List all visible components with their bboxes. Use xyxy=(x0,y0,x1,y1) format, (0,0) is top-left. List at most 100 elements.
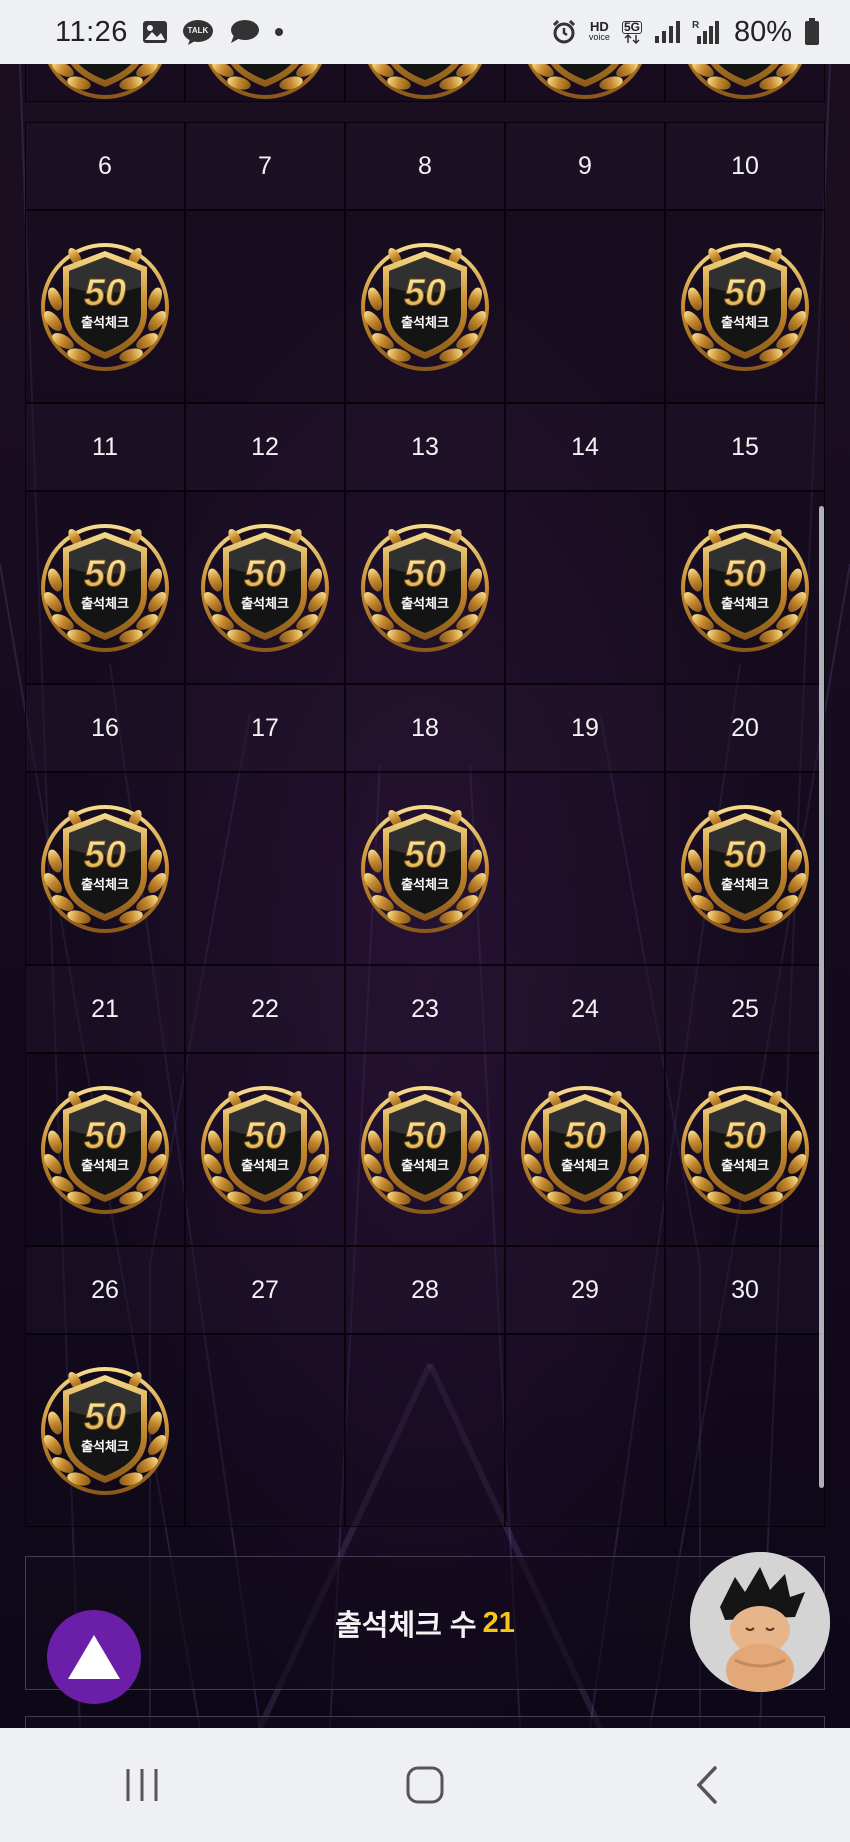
alarm-icon xyxy=(551,19,577,45)
battery-percent: 80% xyxy=(733,15,792,48)
gallery-icon xyxy=(142,20,168,44)
day-badge-cell: 50 출석체크 xyxy=(665,1053,825,1246)
badge-label: 출석체크 xyxy=(721,596,769,612)
badge-label: 출석체크 xyxy=(241,1158,289,1174)
badge-label: 출석체크 xyxy=(81,1158,129,1174)
badge-number: 50 xyxy=(244,1115,286,1157)
badge-label: 출석체크 xyxy=(81,315,129,331)
day-badge-cell: 50 출석체크 xyxy=(665,772,825,965)
attendance-page[interactable]: 50 50 50 50 50 67891050출석체크50출석체크50출석체크1… xyxy=(0,64,850,1728)
attendance-badge-icon: 50출석체크 xyxy=(39,804,171,933)
badge-number: 50 xyxy=(404,1115,446,1157)
day-badge-cell: 50 출석체크 xyxy=(345,1053,505,1246)
day-number-cell: 25 xyxy=(665,965,825,1053)
attendance-badge-icon: 50 xyxy=(519,64,651,99)
day-badge-cell: 50 출석체크 xyxy=(25,210,185,403)
day-badge-cell xyxy=(185,210,345,403)
badge-label: 출석체크 xyxy=(401,877,449,893)
day-number-cell: 10 xyxy=(665,122,825,210)
day-number-cell: 22 xyxy=(185,965,345,1053)
attendance-badge-icon: 50 xyxy=(359,64,491,99)
attendance-badge-icon: 50 xyxy=(199,64,331,99)
attendance-badge-icon: 50출석체크 xyxy=(359,804,491,933)
badge-label: 출석체크 xyxy=(561,1158,609,1174)
badge-label: 출석체크 xyxy=(721,315,769,331)
day-badge-cell: 50 출석체크 xyxy=(185,1053,345,1246)
signal-icon xyxy=(654,20,680,44)
network-indicator: 5G xyxy=(621,20,642,44)
previous-row-badges: 50 50 50 50 50 xyxy=(25,64,825,102)
attendance-badge-icon: 50출석체크 xyxy=(359,523,491,652)
day-number-cell: 13 xyxy=(345,403,505,491)
badge-number: 50 xyxy=(84,272,126,314)
figure-avatar-icon xyxy=(690,1552,830,1692)
badge-number: 50 xyxy=(244,553,286,595)
scrollbar[interactable] xyxy=(819,506,824,1488)
badge-number: 50 xyxy=(404,272,446,314)
day-number-cell: 9 xyxy=(505,122,665,210)
badge-number: 50 xyxy=(84,1115,126,1157)
badge-number: 50 xyxy=(84,834,126,876)
attendance-badge-icon: 50출석체크 xyxy=(359,242,491,371)
badge-label: 출석체크 xyxy=(401,1158,449,1174)
badge-label: 출석체크 xyxy=(81,596,129,612)
attendance-badge-icon: 50 xyxy=(679,64,811,99)
hd-label: HD xyxy=(590,19,609,34)
day-number-cell: 11 xyxy=(25,403,185,491)
scroll-to-top-button[interactable] xyxy=(47,1610,141,1704)
dot-icon xyxy=(274,27,284,37)
recent-apps-button[interactable] xyxy=(97,1750,187,1820)
day-badge-cell xyxy=(185,1334,345,1527)
day-badge-cell xyxy=(505,210,665,403)
avatar[interactable] xyxy=(690,1552,830,1692)
attendance-badge-icon: 50출석체크 xyxy=(359,1085,491,1214)
attendance-badge-icon: 50출석체크 xyxy=(39,1085,171,1214)
day-number-cell: 8 xyxy=(345,122,505,210)
day-number-cell: 27 xyxy=(185,1246,345,1334)
badge-number: 50 xyxy=(724,1115,766,1157)
day-number-cell: 26 xyxy=(25,1246,185,1334)
attendance-badge-icon: 50출석체크 xyxy=(679,1085,811,1214)
home-button[interactable] xyxy=(380,1750,470,1820)
day-badge-cell: 50 출석체크 xyxy=(25,1053,185,1246)
day-badge-cell xyxy=(345,1334,505,1527)
day-badge-cell xyxy=(185,772,345,965)
attendance-badge-icon: 50출석체크 xyxy=(39,523,171,652)
day-number-cell: 18 xyxy=(345,684,505,772)
badge-label: 출석체크 xyxy=(401,315,449,331)
day-number-cell: 24 xyxy=(505,965,665,1053)
day-number-cell: 17 xyxy=(185,684,345,772)
day-badge-cell: 50 출석체크 xyxy=(25,1334,185,1527)
kakaotalk-label: TALK xyxy=(187,26,209,35)
day-number-cell: 19 xyxy=(505,684,665,772)
day-badge-cell: 50 출석체크 xyxy=(345,772,505,965)
chat-bubble-icon xyxy=(228,19,260,45)
day-number-cell: 20 xyxy=(665,684,825,772)
attendance-badge-icon: 50출석체크 xyxy=(679,242,811,371)
next-section xyxy=(25,1716,825,1728)
attendance-badge-icon: 50출석체크 xyxy=(679,523,811,652)
day-badge-cell: 50 출석체크 xyxy=(665,210,825,403)
back-button[interactable] xyxy=(663,1750,753,1820)
navigation-bar xyxy=(0,1728,850,1842)
data-arrows-icon xyxy=(624,33,640,44)
kakaotalk-icon: TALK xyxy=(182,19,214,45)
day-badge-cell xyxy=(505,1334,665,1527)
badge-label: 출석체크 xyxy=(81,1439,129,1455)
badge-label: 출석체크 xyxy=(721,1158,769,1174)
badge-number: 50 xyxy=(564,1115,606,1157)
day-badge-cell xyxy=(505,772,665,965)
day-number-cell: 16 xyxy=(25,684,185,772)
attendance-calendar: 6 7 8 9 10 50 출석체크 50 출석체크 50 출석체크 11 12 13 14 15 50 출석체크… xyxy=(25,122,825,1527)
badge-label: 출석체크 xyxy=(81,877,129,893)
recent-apps-icon xyxy=(126,1769,158,1801)
attendance-badge-icon: 50출석체크 xyxy=(39,1366,171,1495)
status-time: 11:26 xyxy=(55,15,128,48)
attendance-badge-icon: 50출석체크 xyxy=(679,804,811,933)
badge-label: 출석체크 xyxy=(721,877,769,893)
summary-label: 출석체크 수 xyxy=(335,1610,477,1642)
badge-number: 50 xyxy=(84,553,126,595)
badge-label: 출석체크 xyxy=(401,596,449,612)
battery-icon xyxy=(804,18,820,46)
svg-text:R: R xyxy=(692,20,700,31)
